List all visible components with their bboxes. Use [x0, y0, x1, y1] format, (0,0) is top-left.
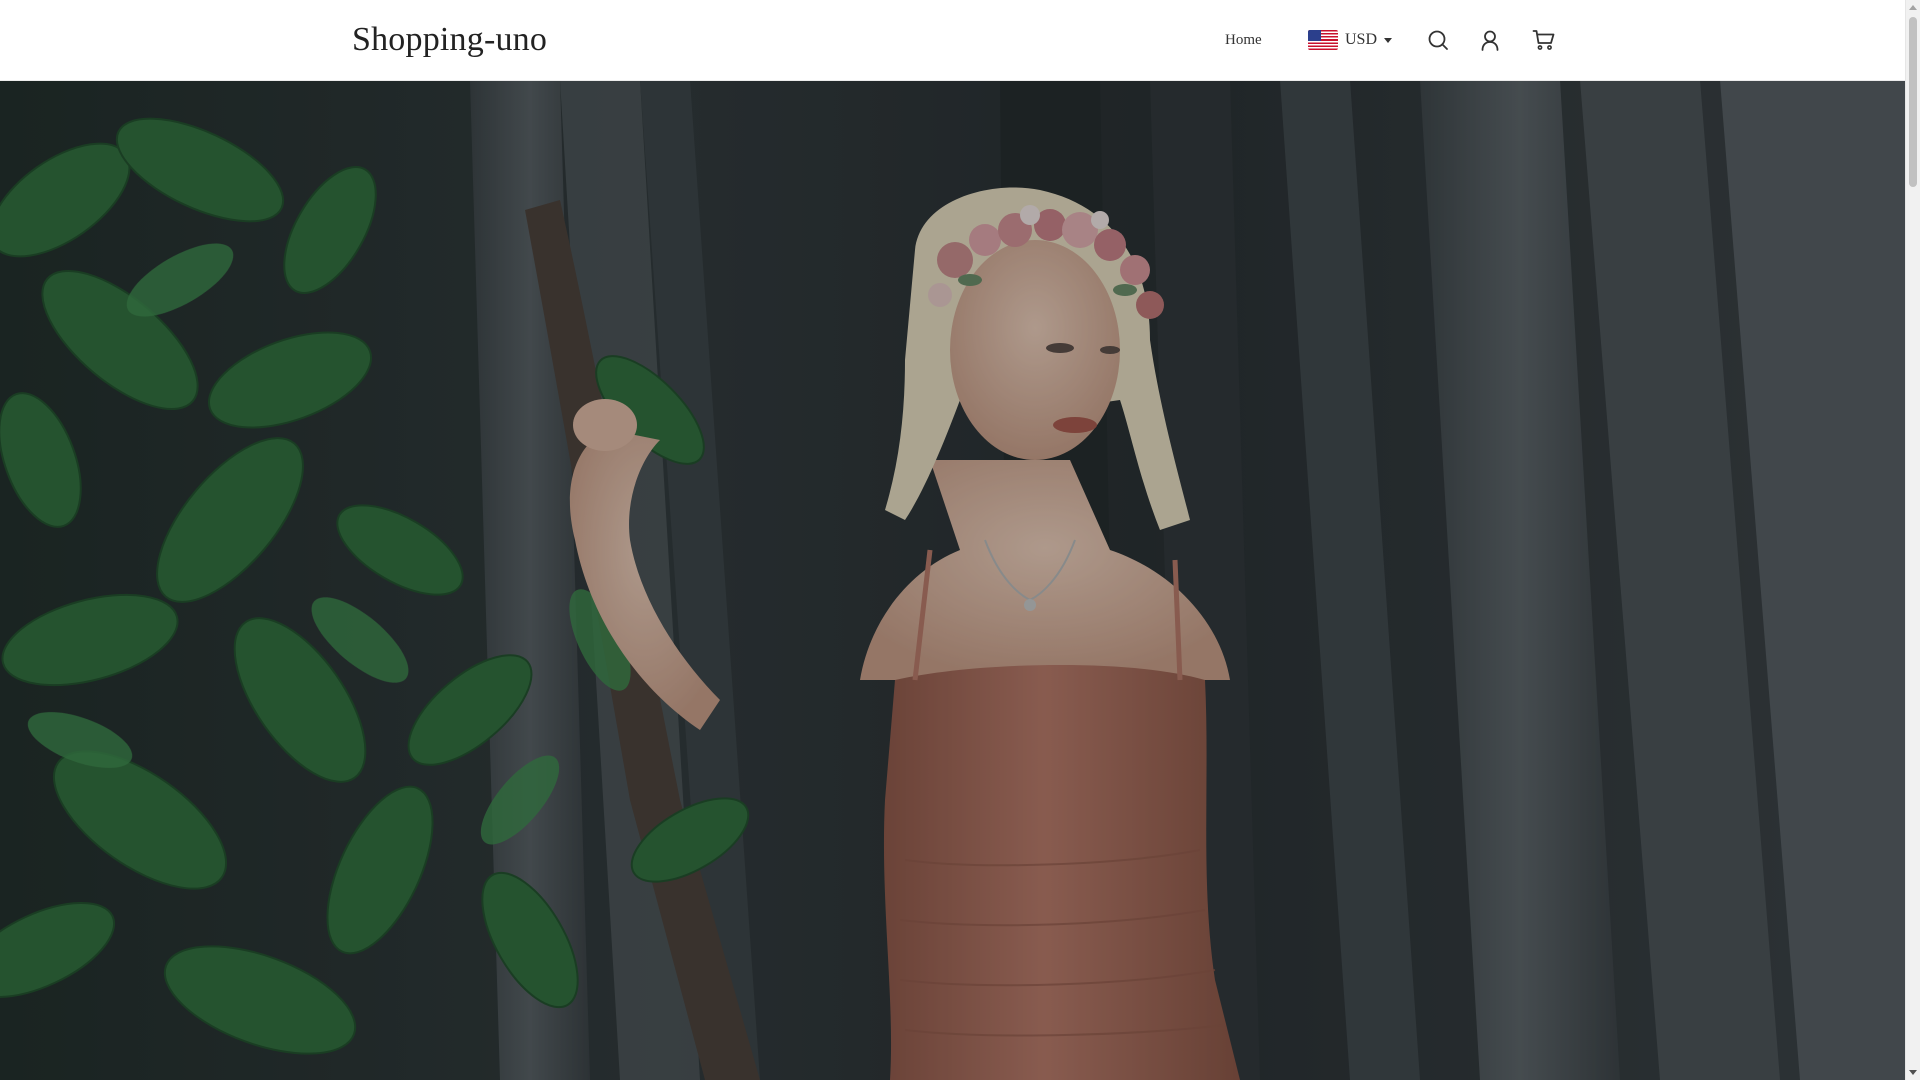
search-button[interactable] — [1424, 26, 1452, 54]
hero-banner[interactable] — [0, 80, 1905, 1080]
page-scrollbar[interactable] — [1905, 0, 1920, 1080]
search-icon — [1428, 30, 1448, 50]
user-icon — [1481, 30, 1499, 51]
hero-photo — [0, 80, 1905, 1080]
scroll-down-icon[interactable] — [1909, 1070, 1917, 1075]
scroll-thumb[interactable] — [1909, 17, 1917, 187]
page: Shopping-uno Home USD — [0, 0, 1905, 1080]
cart-icon — [1532, 30, 1555, 50]
site-header: Shopping-uno Home USD — [0, 0, 1905, 81]
currency-code: USD — [1345, 31, 1378, 48]
currency-selector[interactable]: USD — [1308, 27, 1393, 53]
scroll-up-icon[interactable] — [1909, 5, 1917, 10]
cart-button[interactable] — [1530, 26, 1558, 54]
us-flag-icon — [1308, 30, 1338, 50]
nav-home-link[interactable]: Home — [1225, 30, 1262, 50]
logo-link[interactable]: Shopping-uno — [352, 18, 547, 62]
account-button[interactable] — [1476, 26, 1504, 54]
caret-down-icon — [1384, 37, 1393, 43]
